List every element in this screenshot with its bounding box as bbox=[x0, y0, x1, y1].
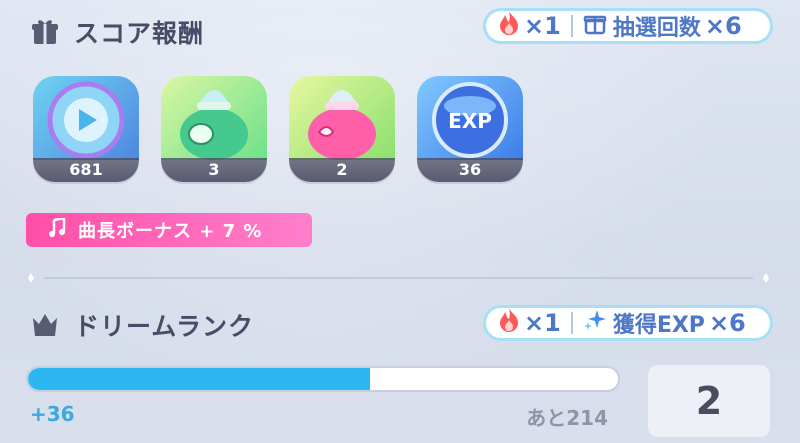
crown-icon bbox=[30, 310, 60, 340]
score-bonus-pill: ×1 抽選回数 ×6 bbox=[483, 8, 773, 44]
exp-orb-icon: EXP bbox=[417, 76, 523, 160]
rank-bonus-pill: ×1 獲得EXP ×6 bbox=[483, 305, 773, 341]
green-pouch-icon bbox=[161, 76, 267, 160]
reward-item[interactable]: 681 bbox=[33, 76, 139, 182]
exp-orb-text: EXP bbox=[448, 109, 492, 133]
song-length-bonus: 曲長ボーナス + 7 % bbox=[26, 213, 312, 247]
sparkle-icon bbox=[583, 308, 607, 338]
rank-progress-fill bbox=[28, 368, 371, 390]
rank-value-box: 2 bbox=[648, 365, 770, 437]
play-disc-icon bbox=[33, 76, 139, 160]
song-length-bonus-text: 曲長ボーナス + 7 % bbox=[78, 221, 263, 242]
dream-rank-title: ドリームランク bbox=[74, 312, 255, 341]
reward-item[interactable]: EXP 36 bbox=[417, 76, 523, 182]
item-count: 681 bbox=[33, 158, 139, 182]
lottery-count-label: 抽選回数 bbox=[612, 16, 701, 41]
rank-value: 2 bbox=[695, 379, 723, 423]
exp-gain-label: 獲得EXP bbox=[612, 313, 705, 338]
music-note-icon bbox=[48, 215, 66, 243]
section-divider bbox=[26, 268, 771, 283]
lottery-count-multiplier: ×6 bbox=[704, 12, 742, 40]
exp-remaining: あと214 bbox=[526, 406, 608, 430]
flame-icon bbox=[498, 10, 520, 42]
score-reward-title: スコア報酬 bbox=[74, 19, 205, 48]
score-reward-header: スコア報酬 bbox=[30, 14, 204, 50]
reward-item[interactable]: 3 bbox=[161, 76, 267, 182]
pink-pouch-icon bbox=[289, 76, 395, 160]
exp-gain-value: +36 bbox=[30, 402, 75, 426]
gift-icon bbox=[30, 17, 60, 47]
exp-gain-multiplier: ×6 bbox=[708, 309, 746, 337]
item-count: 36 bbox=[417, 158, 523, 182]
pill-separator bbox=[570, 15, 573, 37]
dream-rank-header: ドリームランク bbox=[30, 307, 254, 343]
gift-outline-icon bbox=[583, 11, 607, 41]
rank-fire-multiplier: ×1 bbox=[524, 309, 561, 337]
score-fire-multiplier: ×1 bbox=[524, 12, 561, 40]
item-count: 2 bbox=[289, 158, 395, 182]
result-panel: スコア報酬 ×1 抽選回数 ×6 681 3 2 EXP 36 曲長ボーナス +… bbox=[0, 0, 800, 443]
flame-icon bbox=[498, 307, 520, 339]
item-count: 3 bbox=[161, 158, 267, 182]
reward-item[interactable]: 2 bbox=[289, 76, 395, 182]
rank-progress-bar bbox=[26, 366, 620, 392]
pill-separator bbox=[570, 312, 573, 334]
